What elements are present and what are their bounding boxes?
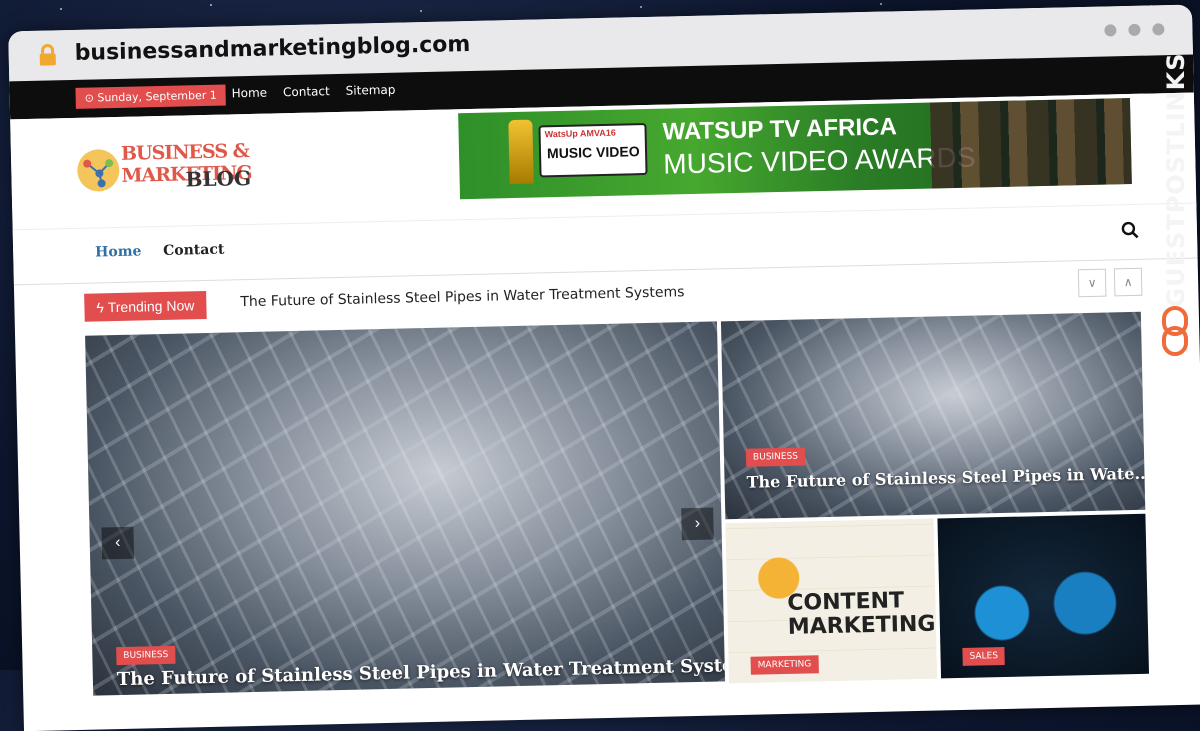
banner-artists-image xyxy=(930,97,1132,189)
logo-subtitle: BLOG xyxy=(185,165,252,192)
category-badge[interactable]: MARKETING xyxy=(750,655,819,675)
category-badge[interactable]: BUSINESS xyxy=(745,447,806,467)
content-marketing-image-text: CONTENT MARKETING xyxy=(787,588,936,640)
featured-post-title[interactable]: The Future of Stainless Steel Pipes in W… xyxy=(117,654,725,690)
lock-icon xyxy=(39,44,56,66)
featured-post-card[interactable]: ‹ › BUSINESS The Future of Stainless Ste… xyxy=(85,321,726,696)
category-badge[interactable]: BUSINESS xyxy=(116,645,176,666)
banner-logo-top: WatsUp AMVA16 xyxy=(544,127,616,140)
banner-title-1: WATSUP TV AFRICA xyxy=(662,113,898,146)
banner-logo: WatsUp AMVA16 MUSIC VIDEO xyxy=(538,122,648,178)
window-dot[interactable] xyxy=(1128,23,1141,37)
window-controls xyxy=(1104,23,1165,37)
banner-title-2: MUSIC VIDEO AWARDS xyxy=(662,141,976,180)
trending-badge: ϟ Trending Now xyxy=(84,291,207,322)
nav-item-contact[interactable]: Contact xyxy=(163,242,225,259)
chevron-down-icon[interactable]: ∨ xyxy=(1077,268,1107,298)
clock-icon: ⊙ xyxy=(84,91,95,105)
top-link-home[interactable]: Home xyxy=(231,86,267,101)
marketing-post-card[interactable]: CONTENT MARKETING MARKETING xyxy=(725,518,938,684)
chevron-up-icon[interactable]: ∧ xyxy=(1113,267,1143,297)
top-link-sitemap[interactable]: Sitemap xyxy=(346,83,396,98)
link-icon xyxy=(1162,306,1188,356)
top-link-contact[interactable]: Contact xyxy=(283,84,330,99)
trophy-icon xyxy=(508,119,534,185)
window-dot[interactable] xyxy=(1152,23,1165,36)
url-text[interactable]: businessandmarketingblog.com xyxy=(74,32,470,66)
banner-logo-text: MUSIC VIDEO xyxy=(546,143,640,162)
side-post-card[interactable]: BUSINESS The Future of Stainless Steel P… xyxy=(720,311,1146,520)
trending-label: Trending Now xyxy=(107,297,195,316)
chevron-right-icon[interactable]: › xyxy=(681,507,714,541)
date-badge: ⊙ Sunday, September 1 xyxy=(75,84,227,109)
lightning-icon: ϟ xyxy=(96,299,105,316)
trending-title[interactable]: The Future of Stainless Steel Pipes in W… xyxy=(240,284,684,310)
search-icon[interactable] xyxy=(1121,221,1139,239)
nav-item-home[interactable]: Home xyxy=(95,243,142,260)
trending-arrows: ∨ ∧ xyxy=(1077,267,1143,298)
browser-window: businessandmarketingblog.com ⊙ Sunday, S… xyxy=(8,4,1200,731)
category-badge[interactable]: SALES xyxy=(962,646,1006,666)
side-post-title[interactable]: The Future of Stainless Steel Pipes in W… xyxy=(746,464,1145,492)
window-dot[interactable] xyxy=(1104,24,1117,37)
chevron-left-icon[interactable]: ‹ xyxy=(101,526,135,560)
date-text: Sunday, September 1 xyxy=(97,88,217,105)
ad-banner[interactable]: WatsUp AMVA16 MUSIC VIDEO WATSUP TV AFRI… xyxy=(458,97,1132,200)
watermark: GUESTPOSTLINKS xyxy=(1156,52,1192,356)
site-logo[interactable]: BUSINESS & MARKETING BLOG xyxy=(76,133,299,208)
watermark-text: GUESTPOSTLINKS xyxy=(1162,52,1190,308)
sales-post-card[interactable]: SALES xyxy=(937,513,1150,679)
top-nav: Home Contact Sitemap xyxy=(231,83,395,101)
logo-network-icon xyxy=(76,148,120,192)
